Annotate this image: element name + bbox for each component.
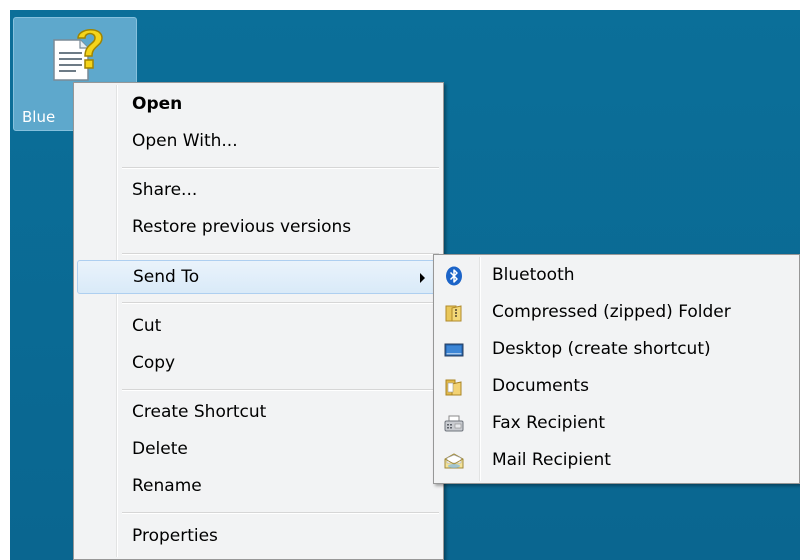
send-to-item-documents[interactable]: Documents [437, 370, 796, 404]
menu-separator [122, 389, 439, 391]
fax-icon [444, 415, 464, 432]
menu-separator [122, 167, 439, 169]
menu-separator [122, 253, 439, 255]
menu-item-label: Copy [132, 353, 176, 373]
documents-folder-icon [445, 379, 462, 396]
send-to-submenu: Bluetooth Compressed (zipped) Folder Des… [433, 254, 800, 484]
menu-item-properties[interactable]: Properties [77, 520, 440, 554]
context-menu: Open Open With... Share... Restore previ… [73, 82, 444, 560]
menu-item-label: Open With... [132, 131, 238, 151]
menu-separator [122, 302, 439, 304]
submenu-arrow-icon [420, 273, 425, 283]
menu-item-label: Share... [132, 180, 198, 200]
menu-item-open[interactable]: Open [77, 88, 440, 122]
menu-item-label: Create Shortcut [132, 402, 267, 422]
send-to-item-compressed-folder[interactable]: Compressed (zipped) Folder [437, 296, 796, 330]
desktop-file-label: Blue [22, 108, 56, 126]
menu-item-rename[interactable]: Rename [77, 470, 440, 504]
send-to-item-fax-recipient[interactable]: Fax Recipient [437, 407, 796, 441]
menu-item-label: Rename [132, 476, 202, 496]
menu-item-open-with[interactable]: Open With... [77, 125, 440, 159]
menu-item-label: Properties [132, 526, 218, 546]
menu-item-restore-previous-versions[interactable]: Restore previous versions [77, 211, 440, 245]
menu-item-label: Cut [132, 316, 162, 336]
menu-item-delete[interactable]: Delete [77, 433, 440, 467]
menu-item-copy[interactable]: Copy [77, 347, 440, 381]
menu-item-cut[interactable]: Cut [77, 310, 440, 344]
help-document-icon [53, 29, 103, 81]
menu-item-label: Desktop (create shortcut) [492, 339, 711, 359]
mail-icon [444, 453, 464, 469]
send-to-item-mail-recipient[interactable]: Mail Recipient [437, 444, 796, 478]
menu-item-label: Fax Recipient [492, 413, 606, 433]
send-to-item-bluetooth[interactable]: Bluetooth [437, 259, 796, 293]
bluetooth-icon [446, 266, 462, 286]
menu-separator [122, 512, 439, 514]
desktop[interactable]: Blue Open Open With... Share... Restore … [10, 10, 800, 560]
menu-item-label: Delete [132, 439, 188, 459]
menu-item-label: Restore previous versions [132, 217, 352, 237]
zip-folder-icon [445, 305, 462, 322]
menu-item-label: Mail Recipient [492, 450, 611, 470]
menu-item-label: Documents [492, 376, 589, 396]
menu-item-label: Open [132, 94, 183, 114]
screen: Blue Open Open With... Share... Restore … [0, 0, 800, 560]
menu-item-label: Send To [133, 267, 200, 287]
menu-item-label: Compressed (zipped) Folder [492, 302, 731, 322]
menu-item-send-to[interactable]: Send To [77, 260, 440, 294]
desktop-icon [444, 343, 464, 357]
menu-item-label: Bluetooth [492, 265, 575, 285]
send-to-item-desktop[interactable]: Desktop (create shortcut) [437, 333, 796, 367]
menu-item-share[interactable]: Share... [77, 174, 440, 208]
menu-item-create-shortcut[interactable]: Create Shortcut [77, 396, 440, 430]
